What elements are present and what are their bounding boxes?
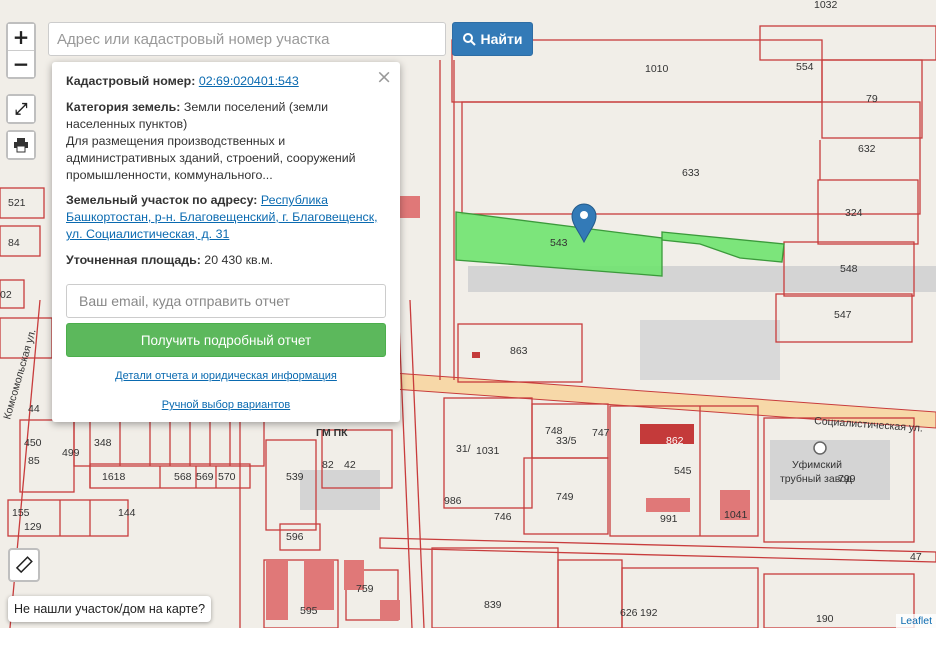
area-label: Уточненная площадь: [66,253,201,267]
svg-text:862: 862 [666,435,684,447]
print-control [6,130,36,160]
fullscreen-icon[interactable]: ⤢ [8,96,34,122]
svg-text:85: 85 [28,455,40,467]
area-value: 20 430 кв.м. [204,253,274,267]
svg-text:747: 747 [592,427,610,439]
svg-text:324: 324 [845,207,863,219]
svg-text:84: 84 [8,237,20,249]
svg-text:548: 548 [840,263,858,275]
not-found-button[interactable]: Не нашли участок/дом на карте? [8,596,212,622]
svg-text:1041: 1041 [724,509,748,521]
svg-text:986: 986 [444,495,462,507]
svg-text:991: 991 [660,513,678,525]
svg-text:1618: 1618 [102,471,126,483]
zoom-control: + − [6,22,36,79]
search-icon [462,32,476,46]
svg-text:521: 521 [8,197,26,209]
manual-selection-link[interactable]: Ручной выбор вариантов [162,399,290,411]
svg-text:02: 02 [0,289,12,301]
ruler-icon[interactable] [8,548,40,582]
find-button[interactable]: Найти [452,22,533,56]
svg-text:863: 863 [510,345,528,357]
svg-text:570: 570 [218,471,236,483]
svg-text:547: 547 [834,309,852,321]
get-report-button[interactable]: Получить подробный отчет [66,323,386,357]
report-details-link[interactable]: Детали отчета и юридическая информация [115,370,337,382]
svg-text:543: 543 [550,237,568,249]
svg-text:47: 47 [910,551,922,563]
svg-text:1010: 1010 [645,63,669,75]
svg-text:31/: 31/ [456,443,471,455]
usage-text: Для размещения производственных и админи… [66,134,356,182]
category-label: Категория земель: [66,100,181,114]
svg-text:Уфимский: Уфимский [792,459,842,471]
print-icon[interactable] [8,132,34,158]
svg-text:839: 839 [484,599,502,611]
zoom-in-button[interactable]: + [8,24,34,50]
svg-text:1031: 1031 [476,445,500,457]
svg-text:42: 42 [344,459,356,471]
svg-text:759: 759 [356,583,374,595]
svg-text:190: 190 [816,613,834,625]
svg-text:626: 626 [620,607,638,619]
svg-text:ГМ ПК: ГМ ПК [316,427,348,439]
svg-text:539: 539 [286,471,304,483]
cadastral-label: Кадастровый номер: [66,74,196,88]
search-input[interactable] [48,22,446,56]
svg-text:450: 450 [24,437,42,449]
email-input[interactable] [66,284,386,318]
svg-text:129: 129 [24,521,42,533]
svg-text:749: 749 [556,491,574,503]
fullscreen-control: ⤢ [6,94,36,124]
svg-text:746: 746 [494,511,512,523]
cadastral-number-link[interactable]: 02:69:020401:543 [199,74,299,88]
zoom-out-button[interactable]: − [8,50,34,77]
svg-text:44: 44 [28,403,40,415]
svg-text:554: 554 [796,61,814,73]
svg-text:348: 348 [94,437,112,449]
bottom-bar [0,628,936,664]
svg-text:568: 568 [174,471,192,483]
svg-text:33/5: 33/5 [556,435,577,447]
parcel-info-popup: × Кадастровый номер: 02:69:020401:543 Ка… [52,62,400,422]
find-button-label: Найти [480,31,523,47]
svg-text:155: 155 [12,507,30,519]
svg-text:499: 499 [62,447,80,459]
svg-text:144: 144 [118,507,136,519]
svg-text:79: 79 [866,93,878,105]
leaflet-attribution[interactable]: Leaflet [896,614,936,628]
svg-text:596: 596 [286,531,304,543]
svg-text:545: 545 [674,465,692,477]
svg-text:1032: 1032 [814,0,838,11]
address-label: Земельный участок по адресу: [66,193,258,207]
svg-text:трубный завод: трубный завод [780,473,852,485]
svg-text:632: 632 [858,143,876,155]
svg-text:569: 569 [196,471,214,483]
svg-text:633: 633 [682,167,700,179]
svg-text:192: 192 [640,607,658,619]
svg-text:82: 82 [322,459,334,471]
svg-text:595: 595 [300,605,318,617]
